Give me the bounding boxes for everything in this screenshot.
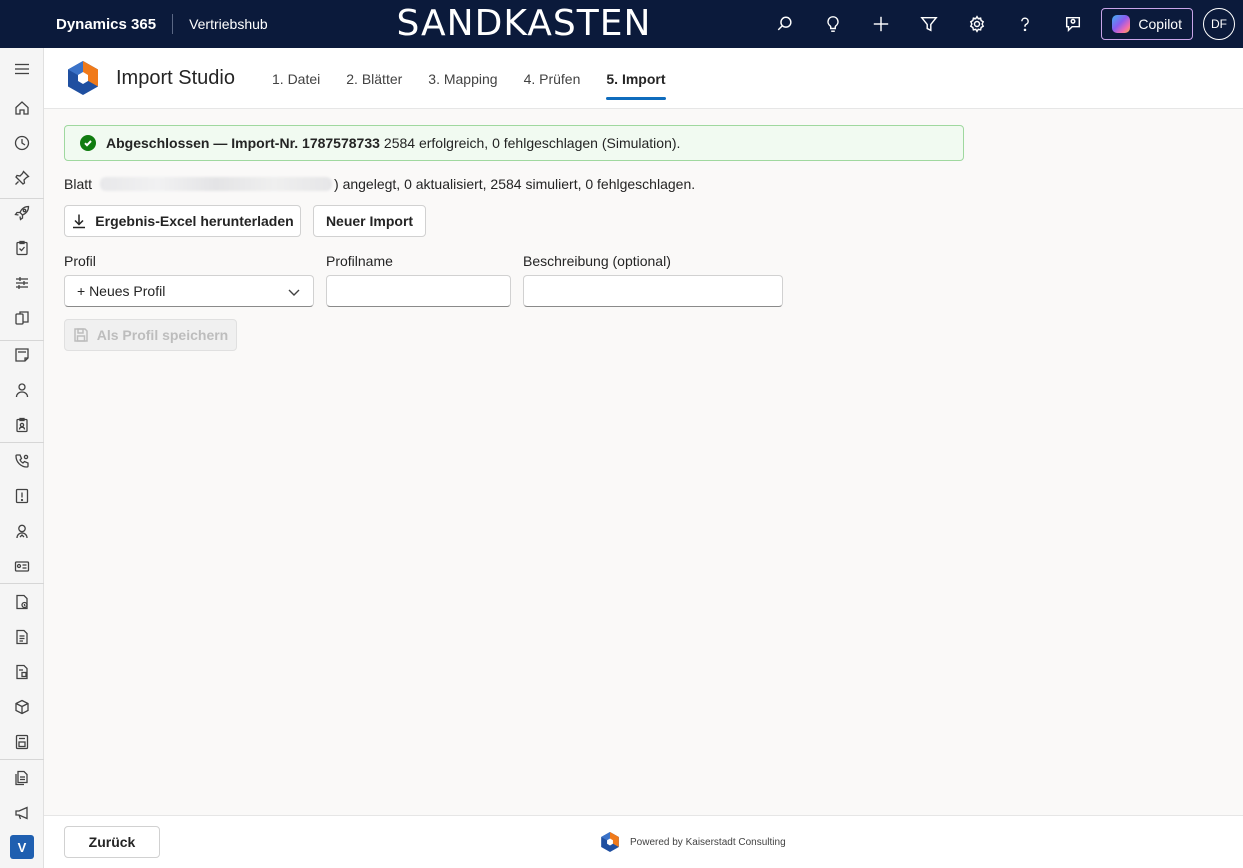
status-bold-text: Abgeschlossen — Import-Nr. 1787578733 [106,135,380,151]
success-message-bar: Abgeschlossen — Import-Nr. 1787578733 25… [64,125,964,161]
profil-label: Profil [64,253,96,269]
profil-selected-value: + Neues Profil [77,283,166,299]
tab-datei[interactable]: 1. Datei [272,48,320,109]
sheet-prefix: Blatt [64,176,93,192]
app-name[interactable]: Vertriebshub [189,16,268,32]
tab-mapping[interactable]: 3. Mapping [428,48,497,109]
profilname-label: Profilname [326,253,393,269]
title-divider [172,14,174,34]
nav-divider [0,442,44,443]
new-import-button[interactable]: Neuer Import [313,205,426,237]
nav-divider [0,583,44,584]
profilname-input[interactable] [326,275,511,307]
product-name[interactable]: Dynamics 365 [56,16,156,33]
back-button[interactable]: Zurück [64,826,160,858]
documents-icon[interactable] [0,301,44,335]
document-list-icon[interactable] [0,655,44,689]
main-content: Import Studio 1. Datei 2. Blätter 3. Map… [44,48,1243,868]
tab-pruefen[interactable]: 4. Prüfen [524,48,581,109]
left-navigation: V [0,48,44,868]
powered-by-text: Powered by Kaiserstadt Consulting [630,836,786,848]
clock-icon[interactable] [0,126,44,160]
beschreibung-input[interactable] [523,275,783,307]
sliders-icon[interactable] [0,266,44,300]
sheet-summary-text: ) angelegt, 0 aktualisiert, 2584 simulie… [334,176,696,192]
page-title: Import Studio [116,67,235,89]
kaiserstadt-small-logo [601,832,619,852]
checkmark-icon [80,135,96,151]
megaphone-icon[interactable] [0,796,44,830]
contact-icon[interactable] [0,514,44,548]
redacted-sheet-name [100,177,333,191]
profil-dropdown[interactable]: + Neues Profil [64,275,314,307]
rocket-icon[interactable] [0,196,44,230]
filter-icon[interactable] [905,0,953,48]
save-profile-label: Als Profil speichern [96,327,229,343]
id-card-icon[interactable] [0,549,44,583]
pin-icon[interactable] [0,161,44,195]
back-label: Zurück [88,834,136,850]
note-icon[interactable] [0,338,44,372]
documents-stack-icon[interactable] [0,761,44,795]
top-bar-actions: Copilot DF [761,0,1243,48]
new-import-label: Neuer Import [325,213,414,229]
area-switcher[interactable]: V [10,835,34,859]
alert-icon[interactable] [0,479,44,513]
sheet-summary: Blatt ) angelegt, 0 aktualisiert, 2584 s… [64,176,695,192]
powered-by: Powered by Kaiserstadt Consulting [600,831,786,853]
lightbulb-icon[interactable] [809,0,857,48]
clipboard-icon[interactable] [0,231,44,265]
hamburger-icon[interactable] [0,52,44,86]
feedback-icon[interactable] [1049,0,1097,48]
copilot-button[interactable]: Copilot [1101,8,1193,40]
clipboard-person-icon[interactable] [0,408,44,442]
top-bar: Dynamics 365 Vertriebshub SANDKASTEN Cop… [0,0,1243,48]
studio-header: Import Studio 1. Datei 2. Blätter 3. Map… [44,48,1243,109]
beschreibung-label: Beschreibung (optional) [523,253,671,269]
package-icon[interactable] [0,690,44,724]
phone-gear-icon[interactable] [0,444,44,478]
copilot-icon [1112,15,1131,33]
user-avatar[interactable]: DF [1203,8,1235,40]
home-icon[interactable] [0,91,44,125]
status-detail-text: 2584 erfolgreich, 0 fehlgeschlagen (Simu… [383,135,681,151]
tab-import[interactable]: 5. Import [606,48,666,109]
chevron-down-icon [288,289,300,296]
help-icon[interactable] [1001,0,1049,48]
save-icon [74,328,88,342]
download-icon [73,214,86,229]
tab-blaetter[interactable]: 2. Blätter [346,48,402,109]
wizard-steps: 1. Datei 2. Blätter 3. Mapping 4. Prüfen… [272,48,692,109]
copilot-label: Copilot [1138,16,1182,32]
download-label: Ergebnis-Excel herunterladen [95,213,294,229]
document-clock-icon[interactable] [0,585,44,619]
gear-icon[interactable] [953,0,1001,48]
plus-icon[interactable] [857,0,905,48]
nav-divider [0,759,44,760]
document-icon[interactable] [0,620,44,654]
kaiserstadt-logo [68,61,98,95]
report-icon[interactable] [0,725,44,759]
person-icon[interactable] [0,373,44,407]
download-result-button[interactable]: Ergebnis-Excel herunterladen [64,205,301,237]
search-icon[interactable] [761,0,809,48]
footer: Zurück Powered by Kaiserstadt Consulting [44,815,1243,868]
save-profile-button[interactable]: Als Profil speichern [64,319,237,351]
